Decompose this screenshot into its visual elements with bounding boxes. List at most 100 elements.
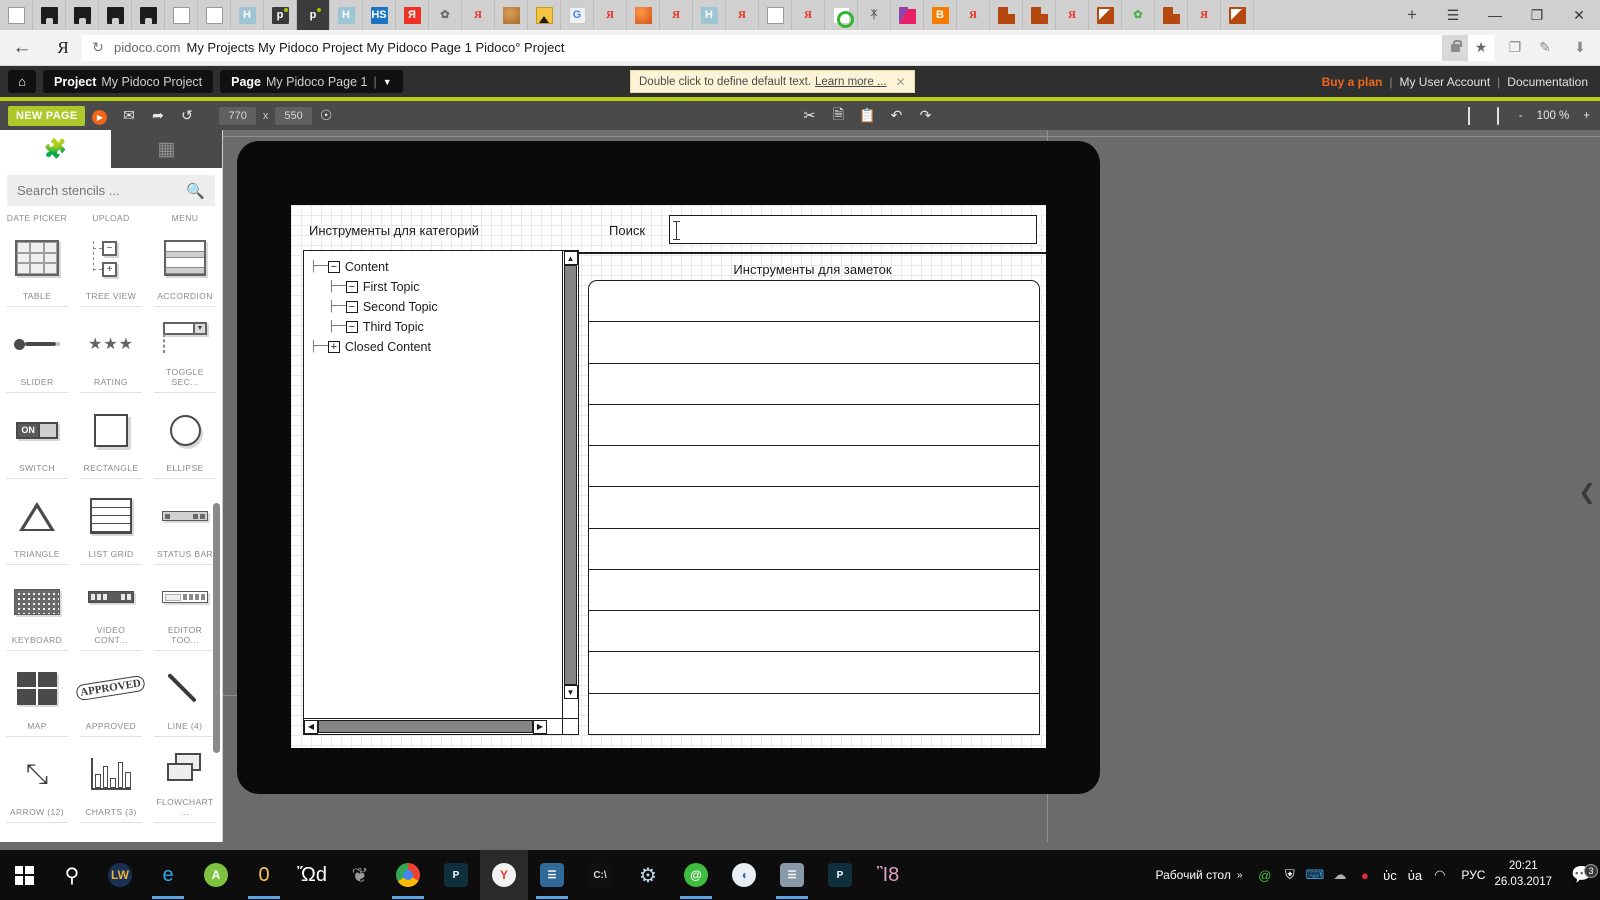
tray-battery-icon[interactable]: ὐc [1377, 868, 1402, 883]
stencil-search-row[interactable]: 🔍 [7, 175, 215, 206]
stencil-item-toggle[interactable]: ▼ TOGGLE SEC... [148, 311, 222, 397]
reader-mode-icon[interactable]: ❐ [1500, 39, 1530, 56]
list-grid-row[interactable] [589, 611, 1039, 652]
new-tab-button[interactable]: + [1392, 0, 1432, 30]
chevron-down-icon[interactable]: ▼ [383, 77, 392, 87]
gimp-button[interactable]: ❦ [336, 850, 384, 900]
cut-icon[interactable]: ✂ [795, 107, 824, 124]
list-grid-row[interactable] [589, 446, 1039, 487]
breadcrumb-page[interactable]: Page My Pidoco Page 1 | ▼ [220, 70, 403, 93]
collapse-panel-handle[interactable]: ❮ [1578, 482, 1596, 503]
tab-yandex-8[interactable]: Я [1056, 0, 1089, 30]
stencil-item-statusbar[interactable]: STATUS BAR [148, 483, 222, 569]
tab-squares-1[interactable] [990, 0, 1023, 30]
tree-node[interactable]: ├── − Third Topic [310, 317, 562, 337]
wireframe-canvas[interactable]: Инструменты для категорий Поиск Инструме… [291, 205, 1046, 748]
tree-toggle-icon[interactable]: − [346, 281, 358, 293]
show-desktop-label[interactable]: Рабочий стол [1156, 868, 1231, 882]
back-button[interactable]: ← [0, 37, 44, 59]
tray-keyboard-icon[interactable]: ⌨ [1302, 867, 1327, 883]
stencil-item-tree[interactable]: − + TREE VIEW [74, 225, 148, 311]
list-grid-row[interactable] [589, 405, 1039, 446]
share-icon[interactable]: ➦ [143, 107, 172, 124]
page-width-input[interactable]: 770 [219, 107, 255, 125]
stencil-item-map[interactable]: MAP [0, 655, 74, 741]
pw-button-2[interactable]: P [816, 850, 864, 900]
downloads-icon[interactable]: ⬇ [1560, 39, 1600, 56]
tab-pidoco-2[interactable]: р [297, 0, 330, 30]
tab-k-2[interactable] [1221, 0, 1254, 30]
tab-yandex-1[interactable]: Я [396, 0, 429, 30]
tree-node[interactable]: ├── − First Topic [310, 277, 562, 297]
console-button[interactable]: C:\ [576, 850, 624, 900]
tab-github-1[interactable] [33, 0, 66, 30]
list-grid-row[interactable] [589, 322, 1039, 363]
stencil-item-keyboard[interactable]: KEYBOARD [0, 569, 74, 655]
notification-center-button[interactable]: 💬 3 [1564, 865, 1600, 885]
tab-yandex-6[interactable]: Я [792, 0, 825, 30]
tree-toggle-icon[interactable]: − [346, 301, 358, 313]
tab-habr-1[interactable]: H [231, 0, 264, 30]
stencil-item-listgrid[interactable]: LIST GRID [74, 483, 148, 569]
tree-toggle-icon[interactable]: − [346, 321, 358, 333]
stencil-item-charts[interactable]: CHARTS (3) [74, 741, 148, 827]
buy-a-plan-link[interactable]: Buy a plan [1322, 75, 1383, 89]
tab-yandex-7[interactable]: Я [957, 0, 990, 30]
stencil-item-approved[interactable]: APPROVED APPROVED [74, 655, 148, 741]
tray-volume-icon[interactable]: ὐa [1402, 868, 1427, 883]
tab-doc-1[interactable] [0, 0, 33, 30]
play-icon[interactable]: ▶ [85, 107, 114, 125]
tab-triangle[interactable] [891, 0, 924, 30]
tray-opera-icon[interactable]: ● [1352, 868, 1377, 883]
list-grid-row[interactable] [589, 364, 1039, 405]
tab-pidoco-1[interactable]: р [264, 0, 297, 30]
tray-onedrive-icon[interactable]: ☁ [1327, 867, 1352, 883]
stencil-item-switch[interactable]: ON SWITCH [0, 397, 74, 483]
stencil-scrollbar[interactable] [213, 503, 220, 753]
tree-toggle-icon[interactable]: − [328, 261, 340, 273]
undo-icon[interactable]: ↶ [882, 107, 911, 124]
tree-node[interactable]: ├── − Second Topic [310, 297, 562, 317]
tab-cookie[interactable] [495, 0, 528, 30]
my-user-account-link[interactable]: My User Account [1399, 75, 1490, 89]
zoom-in-button[interactable]: + [1583, 110, 1590, 122]
zoom-out-button[interactable]: - [1519, 110, 1523, 122]
scroll-up-button[interactable]: ▲ [564, 251, 578, 265]
home-button[interactable]: ⌂ [8, 70, 36, 93]
tab-extension-1[interactable]: ✿ [429, 0, 462, 30]
scroll-down-button[interactable]: ▼ [564, 685, 578, 699]
redo-icon[interactable]: ↷ [911, 107, 940, 124]
tray-defender-icon[interactable]: ⛨ [1277, 867, 1302, 883]
tab-github-2[interactable] [66, 0, 99, 30]
start-button[interactable] [0, 850, 48, 900]
tab-squares-2[interactable] [1023, 0, 1056, 30]
more-options-icon[interactable]: ☉ [312, 107, 341, 124]
stencil-scroll-area[interactable]: DATE PICKER UPLOAD MENU TABLE − + TREE VIEW… [0, 213, 222, 842]
bookmark-star-icon[interactable]: ★ [1468, 35, 1494, 61]
stencil-item-arrow[interactable]: ⤡ ARROW (12) [0, 741, 74, 827]
tree-node[interactable]: ├── + Closed Content [310, 337, 562, 357]
tray-overflow-icon[interactable]: » [1237, 870, 1243, 881]
url-input[interactable]: ↻ pidoco.com My Projects My Pidoco Proje… [82, 35, 1494, 61]
tab-yandex-2[interactable]: Я [462, 0, 495, 30]
tab-yandex-3[interactable]: Я [594, 0, 627, 30]
notes-button[interactable]: ☰ [528, 850, 576, 900]
tab-github-3[interactable] [99, 0, 132, 30]
tab-pages[interactable]: ▦ [111, 130, 222, 168]
stencil-item-ellipse[interactable]: ELLIPSE [148, 397, 222, 483]
tab-gnu[interactable]: ᛡ [858, 0, 891, 30]
tree-horizontal-scrollbar[interactable]: ◀ ▶ [304, 718, 562, 734]
language-indicator[interactable]: РУС [1461, 868, 1485, 882]
copy-icon[interactable]: 🗎 [824, 104, 853, 128]
tab-habr-2[interactable]: H [330, 0, 363, 30]
tab-stencils[interactable]: 🧩 [0, 130, 111, 168]
close-button[interactable]: ✕ [1558, 0, 1600, 30]
androidstudio-button[interactable]: A [192, 850, 240, 900]
list-grid-row[interactable] [589, 529, 1039, 570]
canvas-area[interactable]: Инструменты для категорий Поиск Инструме… [223, 130, 1600, 842]
mail-icon[interactable]: ✉ [114, 107, 143, 124]
tab-habr-3[interactable]: H [693, 0, 726, 30]
qip-button[interactable]: @ [672, 850, 720, 900]
tab-yandex-9[interactable]: Я [1188, 0, 1221, 30]
tab-k-1[interactable] [1089, 0, 1122, 30]
